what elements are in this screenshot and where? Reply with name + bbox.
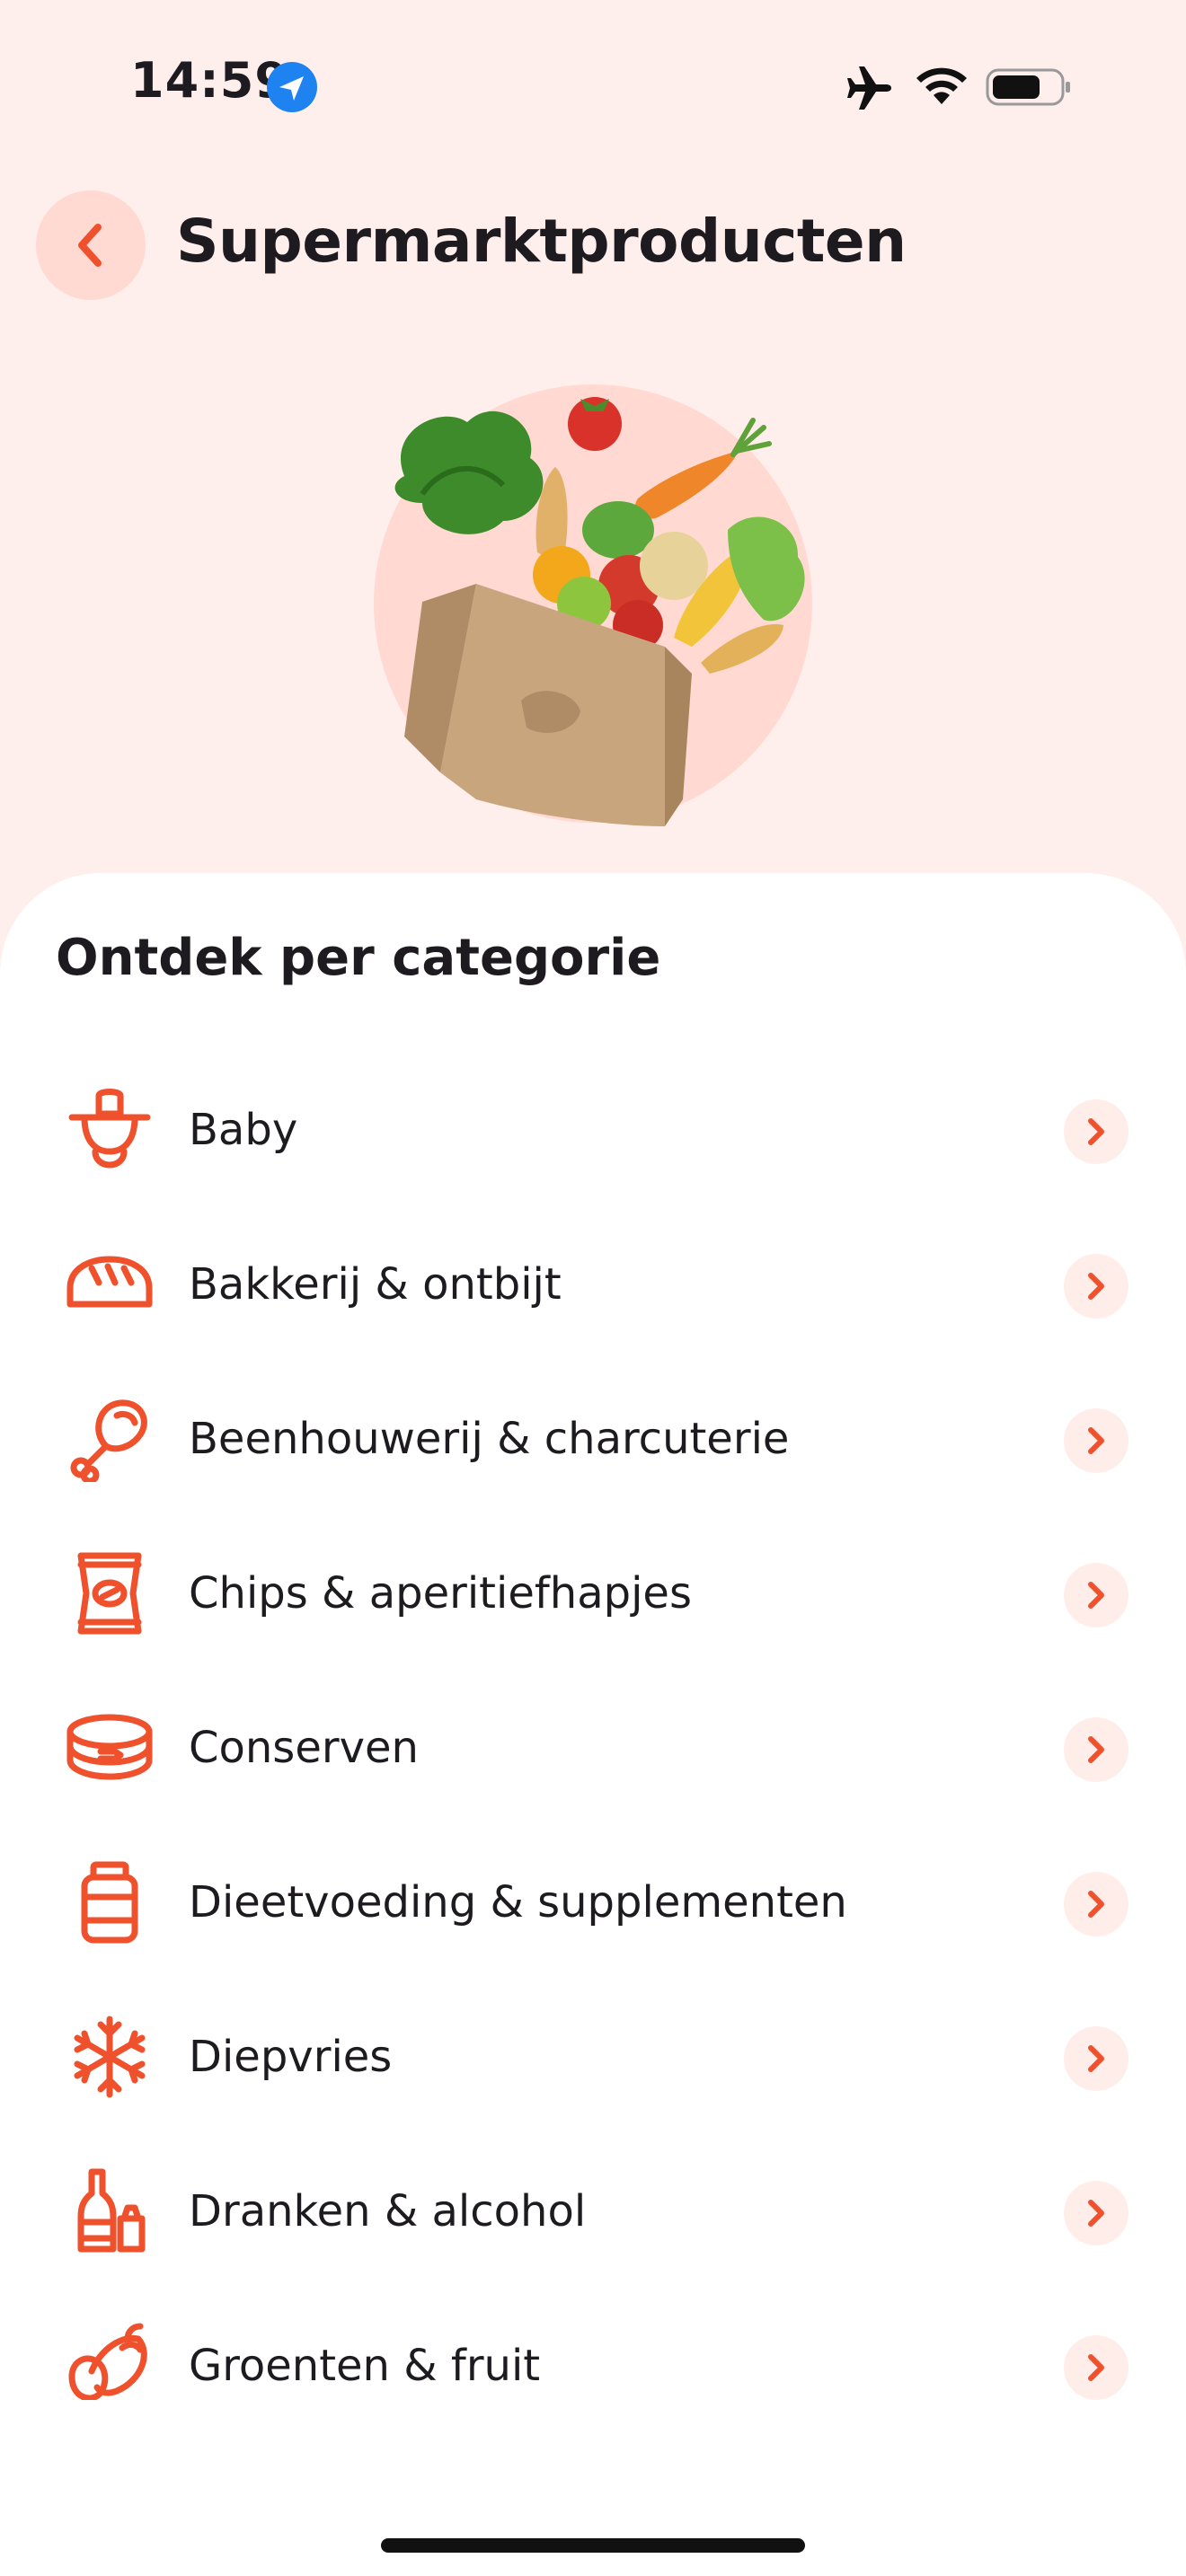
category-label: Groenten & fruit xyxy=(189,2341,541,2391)
grocery-bag-illustration xyxy=(374,384,812,826)
category-label: Bakkerij & ontbijt xyxy=(189,1259,562,1310)
chevron-right-button[interactable] xyxy=(1064,1254,1128,1319)
vegetables-icon xyxy=(68,2323,147,2400)
bread-icon xyxy=(66,1256,153,1308)
chevron-right-icon xyxy=(1088,1273,1104,1300)
category-label: Beenhouwerij & charcuterie xyxy=(189,1414,790,1464)
list-item[interactable]: Conserven xyxy=(0,1671,1186,1825)
bottle-icon xyxy=(77,2168,146,2253)
list-item[interactable]: Beenhouwerij & charcuterie xyxy=(0,1362,1186,1516)
category-list: Baby Bakkerij & ontbijt Beenhouwerij & c… xyxy=(0,1053,1186,2400)
category-label: Dranken & alcohol xyxy=(189,2186,587,2236)
status-bar: 14:59 xyxy=(0,0,1186,171)
drumstick-icon xyxy=(70,1399,147,1482)
section-title: Ontdek per categorie xyxy=(56,929,661,987)
location-arrow-icon xyxy=(267,62,317,112)
category-label: Chips & aperitiefhapjes xyxy=(189,1568,692,1619)
pacifier-icon xyxy=(68,1089,151,1169)
category-label: Baby xyxy=(189,1105,298,1155)
home-indicator xyxy=(381,2538,805,2553)
list-item[interactable]: Groenten & fruit xyxy=(0,2289,1186,2400)
chevron-right-button[interactable] xyxy=(1064,1717,1128,1782)
category-sheet: Ontdek per categorie Baby Bakkerij & ont… xyxy=(0,873,1186,2576)
list-item[interactable]: Dranken & alcohol xyxy=(0,2134,1186,2289)
category-label: Conserven xyxy=(189,1723,419,1773)
list-item[interactable]: Bakkerij & ontbijt xyxy=(0,1207,1186,1362)
chevron-right-icon xyxy=(1088,2200,1104,2227)
tin-can-icon xyxy=(66,1714,153,1780)
chevron-right-icon xyxy=(1088,2354,1104,2381)
wifi-icon xyxy=(916,67,967,104)
list-item[interactable]: Chips & aperitiefhapjes xyxy=(0,1516,1186,1671)
category-label: Dieetvoeding & supplementen xyxy=(189,1877,847,1928)
chevron-right-icon xyxy=(1088,1582,1104,1609)
back-button[interactable] xyxy=(36,190,146,300)
chevron-right-button[interactable] xyxy=(1064,1563,1128,1628)
chevron-right-button[interactable] xyxy=(1064,2026,1128,2091)
chevron-left-icon xyxy=(78,224,102,267)
list-item[interactable]: Baby xyxy=(0,1053,1186,1207)
chevron-right-icon xyxy=(1088,1118,1104,1145)
chevron-right-icon xyxy=(1088,2045,1104,2072)
chips-bag-icon xyxy=(77,1552,142,1635)
battery-icon xyxy=(986,68,1070,106)
chevron-right-button[interactable] xyxy=(1064,1872,1128,1936)
chevron-right-button[interactable] xyxy=(1064,1408,1128,1473)
chevron-right-button[interactable] xyxy=(1064,2335,1128,2400)
page-title: Supermarktproducten xyxy=(176,207,907,276)
chevron-right-button[interactable] xyxy=(1064,2181,1128,2245)
category-label: Diepvries xyxy=(189,2032,393,2082)
chevron-right-button[interactable] xyxy=(1064,1099,1128,1164)
supplement-jar-icon xyxy=(81,1861,138,1944)
chevron-right-icon xyxy=(1088,1736,1104,1763)
chevron-right-icon xyxy=(1088,1427,1104,1454)
list-item[interactable]: Diepvries xyxy=(0,1980,1186,2134)
snowflake-icon xyxy=(74,2016,146,2098)
airplane-mode-icon xyxy=(847,66,891,110)
list-item[interactable]: Dieetvoeding & supplementen xyxy=(0,1825,1186,1980)
chevron-right-icon xyxy=(1088,1891,1104,1918)
